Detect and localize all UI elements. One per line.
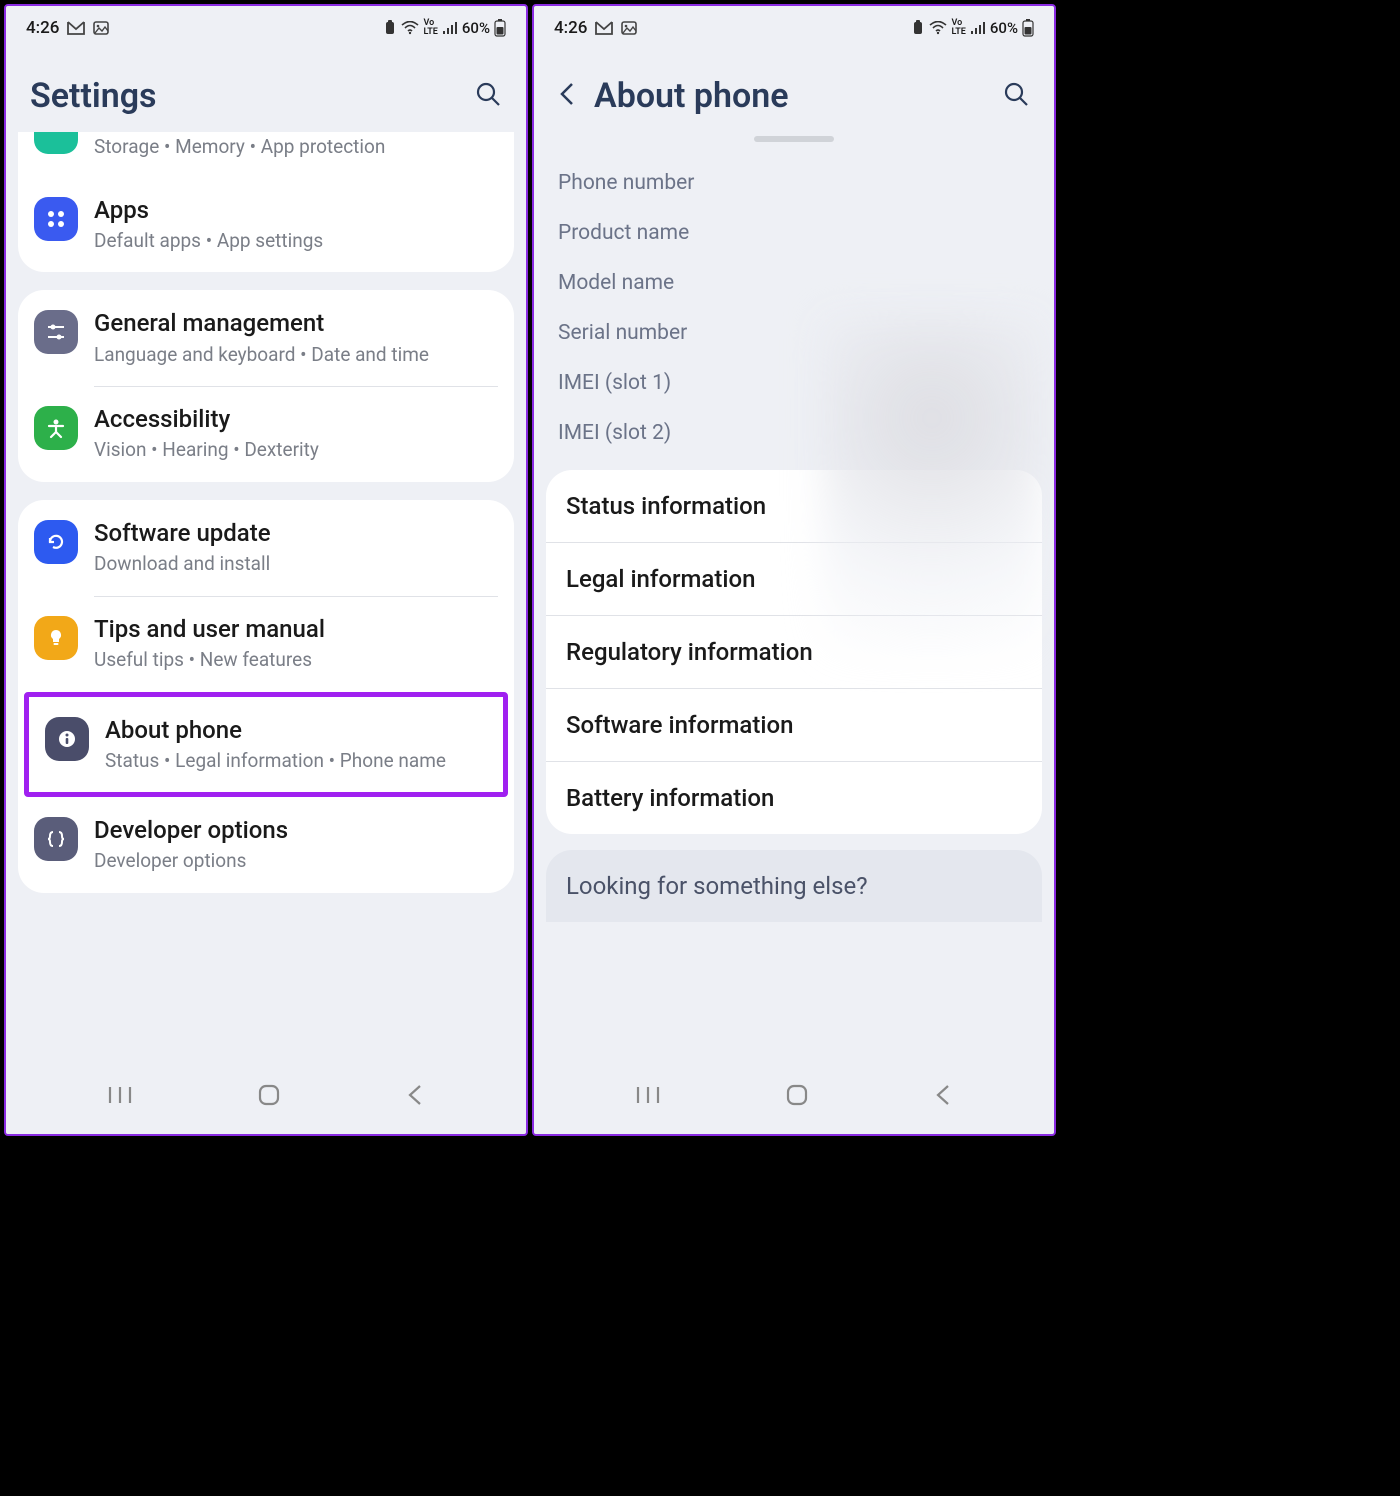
back-button[interactable] <box>558 80 576 112</box>
battery-percent: 60% <box>990 19 1018 37</box>
row-sub: Useful tips • New features <box>94 647 498 674</box>
left-phone-screenshot: 4:26 VoLTE 60% <box>4 4 528 1136</box>
drag-handle[interactable] <box>754 136 834 142</box>
battery-saver-icon <box>911 20 925 36</box>
nav-recents-button[interactable] <box>107 1084 133 1110</box>
device-care-icon <box>34 132 78 154</box>
status-bar: 4:26 VoLTE 60% <box>6 6 526 46</box>
battery-icon <box>494 19 506 37</box>
device-care-sub: Storage • Memory • App protection <box>94 134 498 161</box>
settings-scroll[interactable]: Storage • Memory • App protection Apps D… <box>6 136 526 1060</box>
signal-icon <box>970 21 986 35</box>
apps-icon <box>34 197 78 241</box>
info-serial-number[interactable]: Serial number <box>558 308 1030 358</box>
status-time: 4:26 <box>26 18 59 38</box>
nav-back-button[interactable] <box>405 1082 425 1112</box>
info-imei-2[interactable]: IMEI (slot 2) <box>558 408 1030 458</box>
suggestions-title: Looking for something else? <box>566 872 1022 900</box>
settings-row-about-phone[interactable]: About phone Status • Legal information •… <box>29 697 503 793</box>
person-icon <box>34 406 78 450</box>
row-sub: Developer options <box>94 848 498 875</box>
battery-saver-icon <box>383 20 397 36</box>
suggestions-card[interactable]: Looking for something else? <box>546 850 1042 922</box>
row-sub: Vision • Hearing • Dexterity <box>94 437 498 464</box>
signal-icon <box>442 21 458 35</box>
page-header: Settings <box>6 46 526 136</box>
gmail-icon <box>67 21 85 35</box>
refresh-icon <box>34 520 78 564</box>
settings-row-developer-options[interactable]: Developer options Developer options <box>18 797 514 893</box>
nav-back-button[interactable] <box>933 1082 953 1112</box>
page-header: About phone <box>534 46 1054 136</box>
about-scroll[interactable]: Phone number Product name Model name Ser… <box>534 136 1054 1060</box>
settings-row-apps[interactable]: Apps Default apps • App settings <box>18 177 514 273</box>
image-icon <box>93 21 109 35</box>
row-sub: Status • Legal information • Phone name <box>105 748 487 775</box>
braces-icon <box>34 817 78 861</box>
nav-bar <box>534 1060 1054 1134</box>
device-info-section: Phone number Product name Model name Ser… <box>534 152 1054 470</box>
status-time: 4:26 <box>554 18 587 38</box>
info-phone-number[interactable]: Phone number <box>558 158 1030 208</box>
information-links-card: Status information Legal information Reg… <box>546 470 1042 834</box>
info-icon <box>45 717 89 761</box>
row-sub: Download and install <box>94 551 498 578</box>
info-imei-1[interactable]: IMEI (slot 1) <box>558 358 1030 408</box>
battery-icon <box>1022 19 1034 37</box>
settings-row-tips[interactable]: Tips and user manual Useful tips • New f… <box>18 596 514 692</box>
row-title: Developer options <box>94 815 498 846</box>
row-sub: Language and keyboard • Date and time <box>94 342 498 369</box>
nav-home-button[interactable] <box>784 1082 810 1112</box>
bulb-icon <box>34 616 78 660</box>
link-status-information[interactable]: Status information <box>546 470 1042 542</box>
gmail-icon <box>595 21 613 35</box>
row-title: Apps <box>94 195 498 226</box>
row-sub: Default apps • App settings <box>94 228 498 255</box>
link-battery-information[interactable]: Battery information <box>546 761 1042 834</box>
search-button[interactable] <box>1002 80 1030 112</box>
battery-percent: 60% <box>462 19 490 37</box>
nav-home-button[interactable] <box>256 1082 282 1112</box>
sliders-icon <box>34 310 78 354</box>
row-title: Software update <box>94 518 498 549</box>
image-icon <box>621 21 637 35</box>
row-title: About phone <box>105 715 487 746</box>
info-model-name[interactable]: Model name <box>558 258 1030 308</box>
status-bar: 4:26 VoLTE 60% <box>534 6 1054 46</box>
nav-recents-button[interactable] <box>635 1084 661 1110</box>
link-software-information[interactable]: Software information <box>546 688 1042 761</box>
settings-row-software-update[interactable]: Software update Download and install <box>18 500 514 596</box>
volte-label: VoLTE <box>951 19 965 37</box>
wifi-icon <box>929 21 947 35</box>
row-title: General management <box>94 308 498 339</box>
row-title: Tips and user manual <box>94 614 498 645</box>
right-phone-screenshot: 4:26 VoLTE 60% <box>532 4 1056 1136</box>
link-legal-information[interactable]: Legal information <box>546 542 1042 615</box>
row-title: Accessibility <box>94 404 498 435</box>
link-regulatory-information[interactable]: Regulatory information <box>546 615 1042 688</box>
search-button[interactable] <box>474 80 502 112</box>
page-title: About phone <box>594 76 789 116</box>
wifi-icon <box>401 21 419 35</box>
volte-label: VoLTE <box>423 19 437 37</box>
info-product-name[interactable]: Product name <box>558 208 1030 258</box>
page-title: Settings <box>30 76 157 116</box>
about-phone-highlight: About phone Status • Legal information •… <box>24 692 508 798</box>
settings-row-general-management[interactable]: General management Language and keyboard… <box>18 290 514 386</box>
settings-row-accessibility[interactable]: Accessibility Vision • Hearing • Dexteri… <box>18 386 514 482</box>
nav-bar <box>6 1060 526 1134</box>
